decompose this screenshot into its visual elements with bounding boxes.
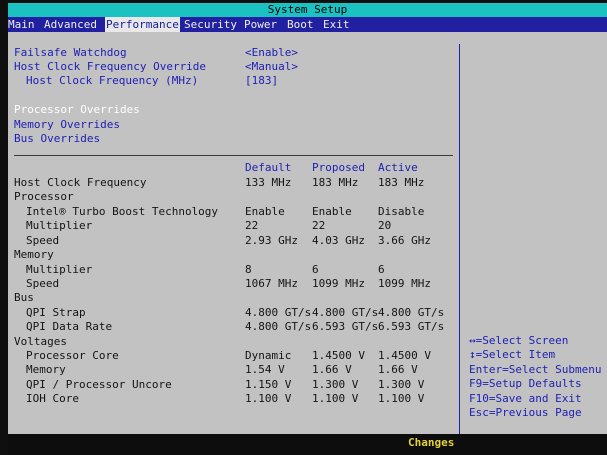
failsafe-watchdog-label: Failsafe Watchdog bbox=[14, 46, 127, 59]
help-divider bbox=[459, 44, 460, 434]
table-cell: 6.593 GT/s bbox=[378, 320, 445, 333]
help-text: =Select Screen bbox=[475, 334, 569, 347]
table-row-label: QPI / Processor Uncore bbox=[26, 378, 172, 391]
table-cell: 1067 MHz bbox=[245, 277, 298, 290]
help-setup-defaults: F9=Setup Defaults bbox=[469, 377, 582, 391]
main-panel: Failsafe Watchdog <Enable> Host Clock Fr… bbox=[8, 32, 607, 434]
table-row-label: Multiplier bbox=[26, 263, 93, 276]
bios-screen: System Setup Main Advanced Performance S… bbox=[0, 0, 607, 455]
table-row-label: IOH Core bbox=[26, 392, 79, 405]
column-proposed-header: Proposed bbox=[312, 161, 365, 174]
table-cell: 6.593 GT/s bbox=[312, 320, 379, 333]
help-text: =Select Submenu bbox=[502, 363, 602, 376]
help-key: Enter bbox=[469, 363, 503, 376]
menu-power[interactable]: Power bbox=[244, 17, 277, 32]
title-bar: System Setup bbox=[8, 3, 607, 17]
help-text: =Previous Page bbox=[488, 406, 582, 419]
menu-advanced[interactable]: Advanced bbox=[44, 17, 97, 32]
table-cell: 6 bbox=[378, 263, 385, 276]
help-key: F9 bbox=[469, 377, 483, 390]
table-cell: 1.100 V bbox=[378, 392, 425, 405]
help-save-exit: F10=Save and Exit bbox=[469, 392, 582, 406]
column-default-header: Default bbox=[245, 161, 292, 174]
column-active-header: Active bbox=[378, 161, 418, 174]
table-cell: 1099 MHz bbox=[378, 277, 431, 290]
left-right-arrow-icon: ↔ bbox=[469, 334, 476, 347]
table-cell: 1.4500 V bbox=[312, 349, 365, 362]
help-text: =Save and Exit bbox=[488, 392, 582, 405]
table-cell: 1.4500 V bbox=[378, 349, 431, 362]
table-row-label: Memory bbox=[26, 363, 66, 376]
table-cell: 22 bbox=[245, 219, 259, 232]
help-select-item: ↕=Select Item bbox=[469, 348, 555, 362]
menu-boot[interactable]: Boot bbox=[287, 17, 314, 32]
help-text: =Setup Defaults bbox=[482, 377, 582, 390]
table-cell: 8 bbox=[245, 263, 252, 276]
table-cell: 4.800 GT/s bbox=[378, 306, 445, 319]
table-row-label: Multiplier bbox=[26, 219, 93, 232]
table-row-label: Host Clock Frequency bbox=[14, 176, 147, 189]
table-row-label: QPI Strap bbox=[26, 306, 86, 319]
table-row-label: Processor Core bbox=[26, 349, 119, 362]
table-cell: 1.300 V bbox=[312, 378, 359, 391]
submenu-memory-overrides[interactable]: Memory Overrides bbox=[14, 118, 120, 132]
section-heading: Bus bbox=[14, 291, 34, 304]
table-cell: 1099 MHz bbox=[312, 277, 365, 290]
table-cell: 183 MHz bbox=[378, 176, 425, 189]
help-select-screen: ↔=Select Screen bbox=[469, 334, 568, 348]
table-cell: 20 bbox=[378, 219, 392, 232]
status-bar: Changes bbox=[8, 434, 607, 455]
table-row-label: QPI Data Rate bbox=[26, 320, 113, 333]
table-row-label: Intel® Turbo Boost Technology bbox=[26, 205, 219, 218]
clock-frequency-label: Host Clock Frequency (MHz) bbox=[26, 74, 199, 87]
menu-exit[interactable]: Exit bbox=[323, 17, 350, 32]
table-cell: Enable bbox=[312, 205, 352, 218]
table-cell: 22 bbox=[312, 219, 326, 232]
table-cell: Dynamic bbox=[245, 349, 292, 362]
table-cell: 6 bbox=[312, 263, 319, 276]
table-cell: 1.100 V bbox=[312, 392, 359, 405]
table-cell: 3.66 GHz bbox=[378, 234, 431, 247]
section-heading: Processor bbox=[14, 190, 74, 203]
table-cell: 1.100 V bbox=[245, 392, 292, 405]
table-cell: 1.66 V bbox=[312, 363, 352, 376]
table-cell: Enable bbox=[245, 205, 285, 218]
help-text: =Select Item bbox=[475, 348, 556, 361]
table-cell: 1.54 V bbox=[245, 363, 285, 376]
menu-bar: Main Advanced Performance Security Power… bbox=[8, 17, 607, 32]
table-row-label: Speed bbox=[26, 234, 60, 247]
menu-main[interactable]: Main bbox=[8, 17, 35, 32]
clock-override-label: Host Clock Frequency Override bbox=[14, 60, 207, 73]
submenu-bus-overrides[interactable]: Bus Overrides bbox=[14, 132, 100, 146]
table-cell: 2.93 GHz bbox=[245, 234, 298, 247]
table-cell: 1.150 V bbox=[245, 378, 292, 391]
table-cell: 183 MHz bbox=[312, 176, 359, 189]
help-key: F10 bbox=[469, 392, 489, 405]
menu-performance[interactable]: Performance bbox=[105, 17, 180, 32]
table-cell: 4.800 GT/s bbox=[312, 306, 379, 319]
up-down-arrow-icon: ↕ bbox=[469, 348, 476, 361]
table-cell: 1.300 V bbox=[378, 378, 425, 391]
help-previous-page: Esc=Previous Page bbox=[469, 406, 582, 420]
changes-indicator: Changes bbox=[408, 436, 455, 449]
table-cell: 4.03 GHz bbox=[312, 234, 365, 247]
section-heading: Memory bbox=[14, 248, 54, 261]
table-row-label: Speed bbox=[26, 277, 60, 290]
divider bbox=[14, 155, 453, 156]
table-cell: Disable bbox=[378, 205, 425, 218]
clock-override-value[interactable]: <Manual> bbox=[245, 60, 298, 74]
table-cell: 133 MHz bbox=[245, 176, 292, 189]
menu-security[interactable]: Security bbox=[184, 17, 237, 32]
help-select-submenu: Enter=Select Submenu bbox=[469, 363, 601, 377]
table-cell: 4.800 GT/s bbox=[245, 320, 312, 333]
window-title: System Setup bbox=[267, 3, 348, 16]
table-cell: 1.66 V bbox=[378, 363, 418, 376]
section-heading: Voltages bbox=[14, 335, 67, 348]
table-cell: 4.800 GT/s bbox=[245, 306, 312, 319]
failsafe-watchdog-value[interactable]: <Enable> bbox=[245, 46, 298, 60]
help-key: Esc bbox=[469, 406, 489, 419]
submenu-processor-overrides[interactable]: Processor Overrides bbox=[14, 103, 140, 117]
clock-frequency-field[interactable]: [183] bbox=[245, 74, 278, 88]
